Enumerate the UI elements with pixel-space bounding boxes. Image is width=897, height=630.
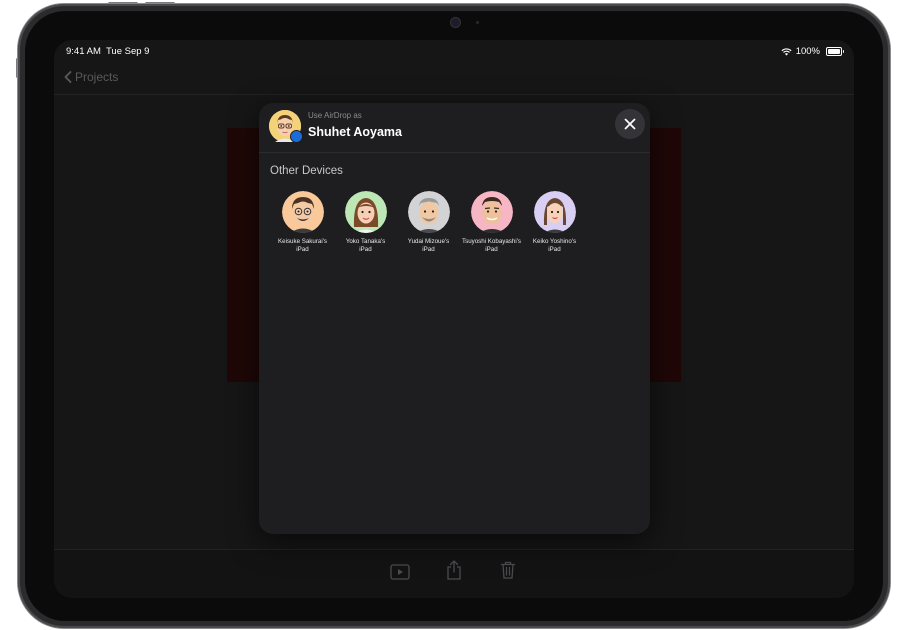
airdrop-sheet: Use AirDrop as Shuhet Aoyama Other Devic… [259, 103, 650, 534]
device-type: iPad [422, 246, 435, 253]
device-owner: Yudai Mizoue's [407, 238, 450, 245]
chevron-left-icon [64, 71, 72, 83]
status-bar: 9:41 AM Tue Sep 9 100% [54, 40, 854, 62]
light-sensor [476, 21, 479, 24]
device-type: iPad [296, 246, 309, 253]
device-avatar [344, 191, 387, 233]
front-camera [451, 18, 460, 27]
device-label: Keiko Yoshino's iPad [524, 238, 586, 254]
device-item[interactable]: Keisuke Sakurai's iPad [271, 191, 334, 254]
device-label: Keisuke Sakurai's iPad [272, 238, 334, 254]
device-item[interactable]: Keiko Yoshino's iPad [523, 191, 586, 254]
screen: 9:41 AM Tue Sep 9 100% Projects Use AirD… [54, 40, 854, 598]
device-item[interactable]: Tsuyoshi Kobayashi's iPad [460, 191, 523, 254]
device-type: iPad [485, 246, 498, 253]
status-indicators: 100% [781, 46, 844, 57]
device-label: Tsuyoshi Kobayashi's iPad [461, 238, 523, 254]
battery-percent: 100% [795, 46, 820, 57]
device-owner: Tsuyoshi Kobayashi's [462, 238, 521, 245]
trash-icon[interactable] [500, 561, 516, 579]
device-avatar [407, 191, 450, 233]
device-avatar [470, 191, 513, 233]
close-icon [624, 118, 636, 130]
wifi-icon [781, 47, 792, 56]
close-button[interactable] [615, 109, 645, 139]
device-type: iPad [359, 246, 372, 253]
device-item[interactable]: Yudai Mizoue's iPad [397, 191, 460, 254]
device-type: iPad [548, 246, 561, 253]
airdrop-header: Use AirDrop as Shuhet Aoyama [259, 103, 650, 153]
memoji-avatar-icon [281, 191, 324, 233]
use-airdrop-as-label: Use AirDrop as [308, 111, 362, 120]
play-icon[interactable] [390, 564, 410, 580]
user-avatar [269, 110, 303, 143]
memoji-avatar-icon [533, 191, 576, 233]
status-time-date: 9:41 AM Tue Sep 9 [66, 46, 149, 57]
status-time: 9:41 AM [66, 46, 101, 57]
device-avatar [281, 191, 324, 233]
memoji-avatar-icon [407, 191, 450, 233]
section-title: Other Devices [270, 165, 343, 177]
device-owner: Keiko Yoshino's [532, 238, 577, 245]
user-name: Shuhet Aoyama [308, 125, 403, 139]
device-item[interactable]: Yoko Tanaka's iPad [334, 191, 397, 254]
battery-icon [826, 47, 844, 56]
device-label: Yudai Mizoue's iPad [398, 238, 460, 254]
device-avatar [533, 191, 576, 233]
memoji-avatar-icon [344, 191, 387, 233]
nav-bar: Projects [54, 64, 854, 95]
device-owner: Yoko Tanaka's [345, 238, 386, 245]
device-list: Keisuke Sakurai's iPad Yoko Tanaka's iPa… [271, 191, 586, 254]
memoji-avatar-icon [470, 191, 513, 233]
airdrop-badge-icon [290, 130, 303, 143]
device-owner: Keisuke Sakurai's [278, 238, 327, 245]
bottom-toolbar [54, 549, 854, 598]
back-button[interactable]: Projects [64, 70, 118, 84]
share-icon[interactable] [446, 560, 462, 580]
status-date: Tue Sep 9 [105, 46, 150, 57]
back-label: Projects [75, 70, 119, 84]
device-label: Yoko Tanaka's iPad [335, 238, 397, 254]
